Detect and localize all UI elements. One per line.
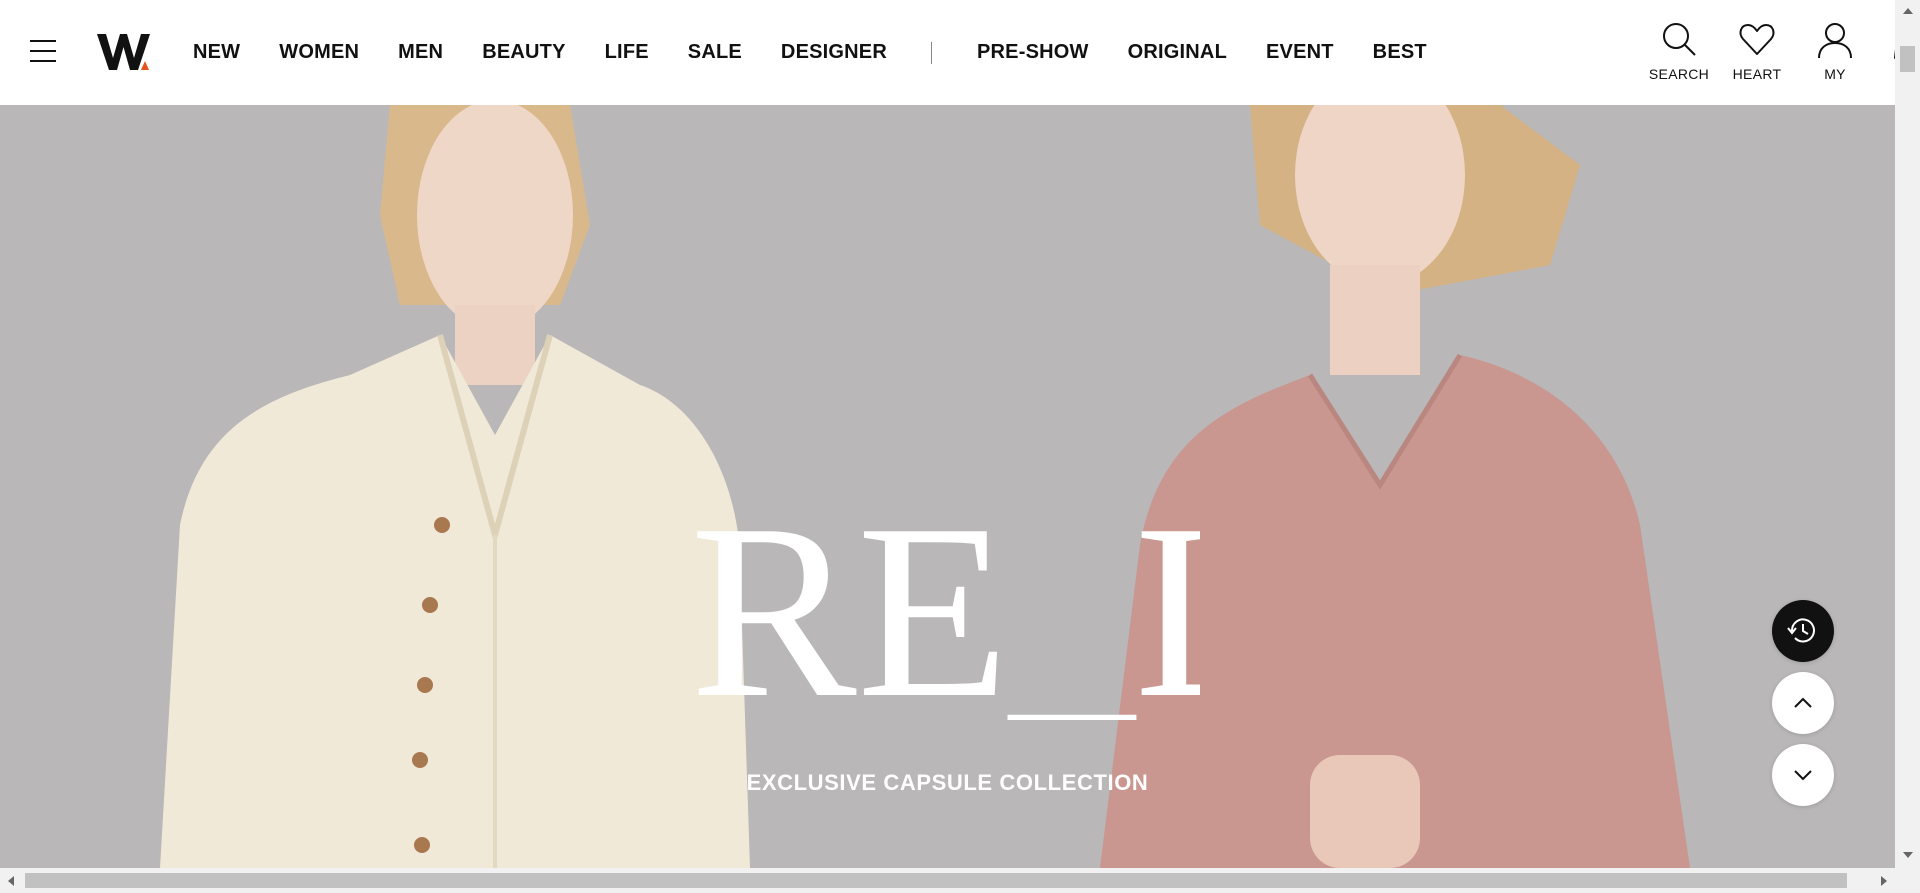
heart-icon	[1739, 24, 1775, 55]
nav-women[interactable]: WOMEN	[279, 41, 359, 64]
nav-life[interactable]: LIFE	[605, 41, 649, 64]
nav-designer[interactable]: DESIGNER	[781, 41, 887, 64]
collection-logo: RE_L	[690, 500, 1200, 720]
browser-viewport: NEW WOMEN MEN BEAUTY LIFE SALE DESIGNER …	[0, 0, 1895, 868]
right-model-image	[1100, 105, 1690, 868]
my-label: MY	[1824, 66, 1846, 82]
search-button[interactable]: SEARCH	[1639, 20, 1719, 82]
my-account-button[interactable]: MY	[1795, 20, 1875, 82]
horizontal-scroll-thumb[interactable]	[25, 873, 1847, 888]
shopping-bag-icon	[1894, 49, 1895, 59]
horizontal-scrollbar[interactable]	[0, 868, 1920, 893]
vertical-scrollbar[interactable]	[1895, 0, 1920, 868]
search-label: SEARCH	[1648, 66, 1710, 82]
history-icon	[1787, 618, 1815, 643]
nav-original[interactable]: ORIGINAL	[1128, 41, 1227, 64]
left-model-image	[160, 105, 750, 868]
user-icon	[1818, 23, 1852, 59]
nav-divider	[931, 41, 932, 64]
site-header: NEW WOMEN MEN BEAUTY LIFE SALE DESIGNER …	[0, 0, 1895, 105]
heart-label: HEART	[1732, 66, 1782, 82]
nav-men[interactable]: MEN	[398, 41, 443, 64]
main-navigation: NEW WOMEN MEN BEAUTY LIFE SALE DESIGNER …	[193, 0, 1466, 105]
scroll-left-arrow[interactable]	[8, 876, 14, 886]
heart-button[interactable]: HEART	[1717, 20, 1797, 82]
scroll-to-bottom-button[interactable]	[1772, 744, 1834, 806]
chevron-up-icon	[1794, 697, 1812, 708]
site-logo[interactable]	[97, 30, 155, 74]
scroll-right-arrow[interactable]	[1881, 876, 1887, 886]
cart-count: 0	[1873, 66, 1895, 82]
nav-beauty[interactable]: BEAUTY	[482, 41, 565, 64]
scroll-up-arrow[interactable]	[1903, 8, 1913, 14]
recently-viewed-button[interactable]	[1772, 600, 1834, 662]
hero-subtitle: EXCLUSIVE CAPSULE COLLECTION	[746, 770, 1149, 795]
vertical-scroll-thumb[interactable]	[1900, 46, 1915, 72]
menu-icon[interactable]	[30, 40, 56, 62]
nav-event[interactable]: EVENT	[1266, 41, 1334, 64]
chevron-down-icon	[1794, 770, 1812, 781]
nav-sale[interactable]: SALE	[688, 41, 742, 64]
nav-pre-show[interactable]: PRE-SHOW	[977, 41, 1089, 64]
cart-button[interactable]: 0	[1873, 20, 1895, 82]
search-icon	[1663, 23, 1696, 56]
hero-banner[interactable]: RE_L EXCLUSIVE CAPSULE COLLECTION	[0, 105, 1895, 868]
svg-text:RE_L: RE_L	[690, 500, 1200, 720]
scroll-down-arrow[interactable]	[1903, 852, 1913, 858]
nav-new[interactable]: NEW	[193, 41, 240, 64]
scroll-to-top-button[interactable]	[1772, 672, 1834, 734]
nav-best[interactable]: BEST	[1373, 41, 1427, 64]
